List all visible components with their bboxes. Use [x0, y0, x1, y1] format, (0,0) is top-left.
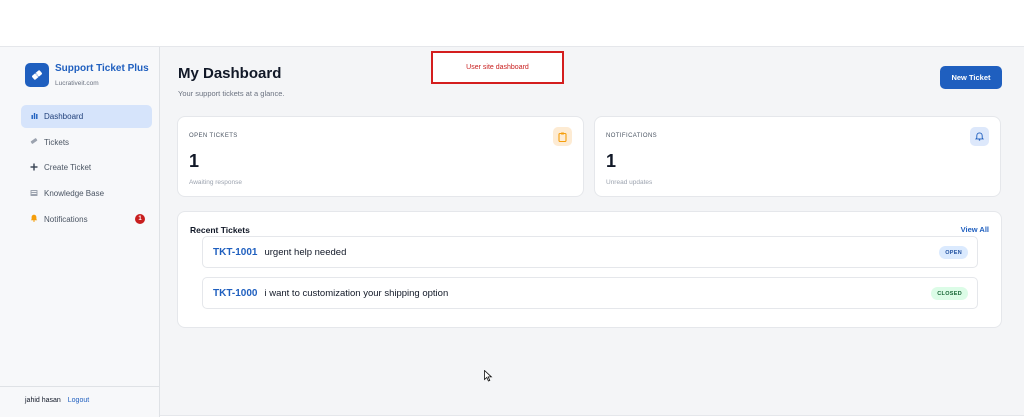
notifications-card[interactable]: NOTIFICATIONS 1 Unread updates — [594, 116, 1001, 197]
stat-value: 1 — [606, 151, 617, 171]
status-badge: OPEN — [939, 246, 968, 259]
annotation-box: User site dashboard — [431, 51, 564, 84]
ticket-icon — [29, 137, 39, 147]
page-subtitle: Your support tickets at a glance. — [178, 89, 285, 98]
view-all-link[interactable]: View All — [961, 225, 989, 234]
page-title: My Dashboard — [178, 65, 282, 82]
mouse-cursor-icon — [484, 369, 493, 387]
sidebar-footer: jahid hasan Logout — [0, 386, 160, 417]
sidebar-item-dashboard[interactable]: Dashboard — [21, 105, 152, 128]
sidebar-item-label: Notifications — [44, 214, 88, 224]
main-content: My Dashboard Your support tickets at a g… — [160, 47, 1024, 417]
logout-link[interactable]: Logout — [68, 397, 89, 404]
user-name: jahid hasan — [25, 397, 61, 404]
stat-label: OPEN TICKETS — [189, 133, 238, 139]
notification-count-badge: 1 — [135, 213, 145, 224]
sidebar-item-label: Create Ticket — [44, 163, 92, 173]
bell-icon — [970, 127, 989, 146]
stat-value: 1 — [189, 151, 200, 171]
ticket-row[interactable]: TKT-1001 urgent help needed OPEN — [202, 236, 978, 268]
app-window: Support Ticket Plus Lucrativeit.com Dash… — [0, 46, 1024, 417]
stat-note: Unread updates — [606, 179, 653, 186]
ticket-row[interactable]: TKT-1000 i want to customization your sh… — [202, 277, 978, 309]
sidebar-item-label: Dashboard — [44, 112, 84, 121]
recent-tickets-title: Recent Tickets — [190, 225, 250, 235]
open-tickets-card[interactable]: OPEN TICKETS 1 Awaiting response — [177, 116, 584, 197]
ticket-id[interactable]: TKT-1000 — [213, 288, 257, 299]
ticket-subject: i want to customization your shipping op… — [264, 287, 449, 299]
sidebar-nav: Dashboard Tickets Create Ticket Knowledg… — [21, 105, 152, 233]
sidebar-item-notifications[interactable]: Notifications 1 — [21, 208, 152, 231]
ticket-logo-icon — [25, 63, 49, 87]
stat-note: Awaiting response — [189, 179, 242, 186]
ticket-id[interactable]: TKT-1001 — [213, 247, 257, 258]
stat-label: NOTIFICATIONS — [606, 133, 658, 139]
new-ticket-button[interactable]: New Ticket — [940, 66, 1002, 89]
brand-title: Support Ticket Plus — [55, 63, 149, 74]
sidebar-item-create-ticket[interactable]: Create Ticket — [21, 156, 152, 179]
recent-tickets-panel: Recent Tickets View All TKT-1001 urgent … — [177, 211, 1002, 328]
sidebar-item-tickets[interactable]: Tickets — [21, 131, 152, 154]
sidebar-item-label: Knowledge Base — [44, 189, 105, 199]
bar-chart-icon — [29, 112, 39, 121]
brand[interactable]: Support Ticket Plus Lucrativeit.com — [25, 63, 149, 87]
sidebar-item-knowledge-base[interactable]: Knowledge Base — [21, 182, 152, 205]
book-icon — [29, 189, 39, 199]
status-badge: CLOSED — [931, 287, 968, 300]
ticket-subject: urgent help needed — [264, 246, 347, 258]
plus-icon — [29, 163, 39, 173]
clipboard-icon — [553, 127, 572, 146]
sidebar-item-label: Tickets — [44, 137, 70, 147]
sidebar: Support Ticket Plus Lucrativeit.com Dash… — [0, 47, 160, 417]
bell-icon — [29, 214, 39, 224]
brand-subtitle: Lucrativeit.com — [55, 80, 99, 87]
